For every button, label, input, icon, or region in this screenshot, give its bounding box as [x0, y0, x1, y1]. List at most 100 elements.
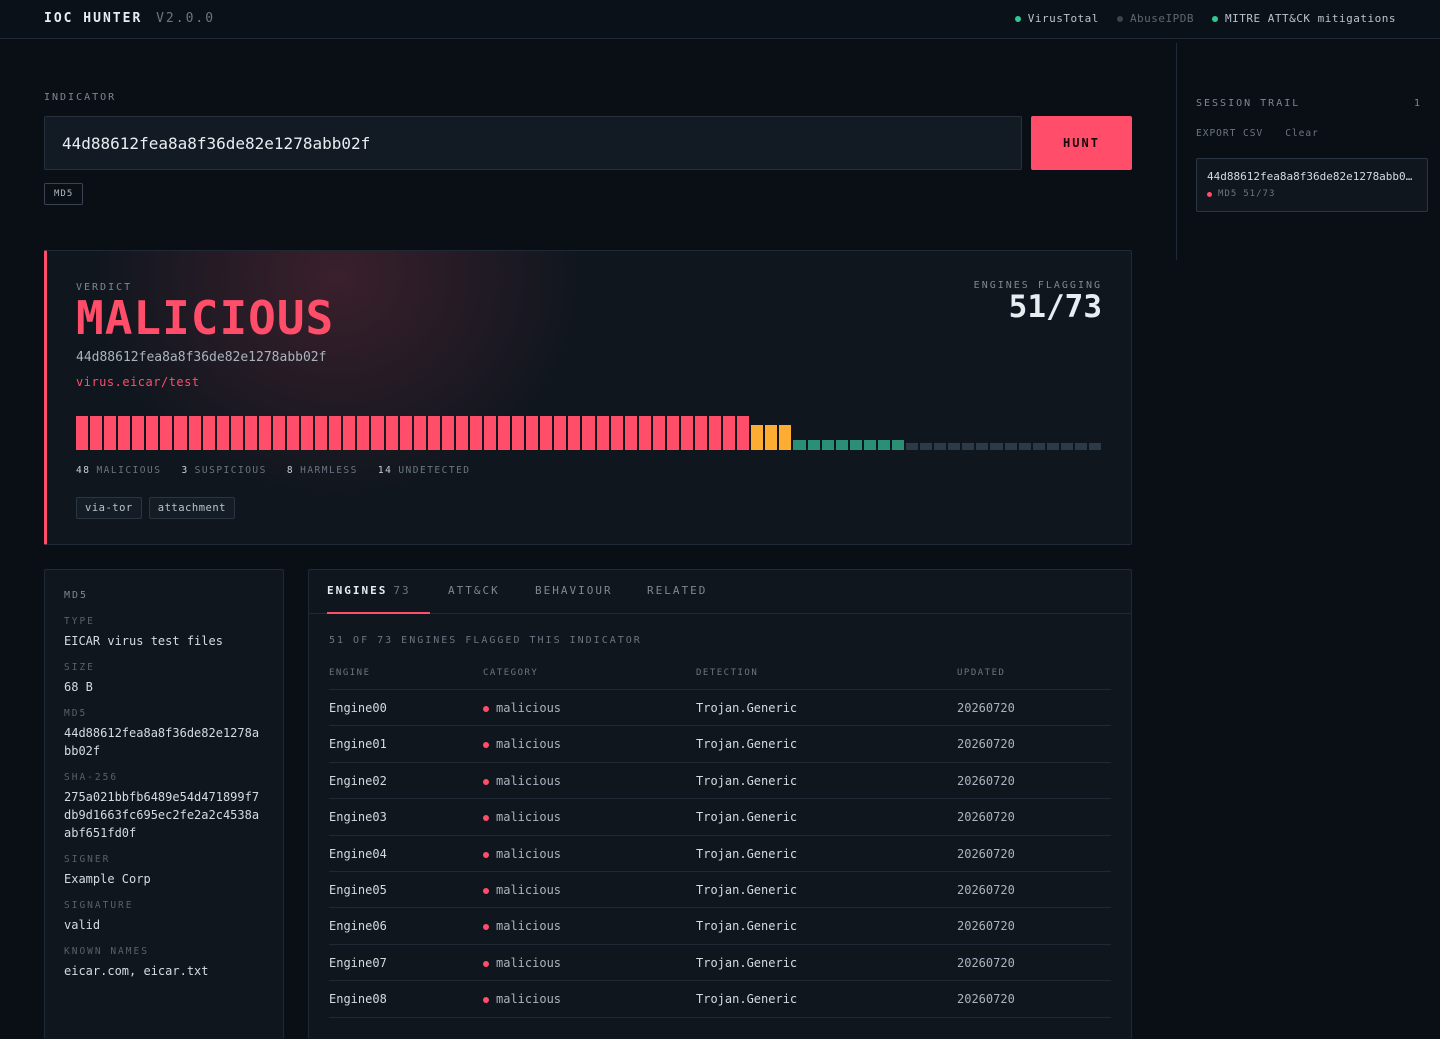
col-engine[interactable]: ENGINE: [329, 668, 371, 678]
source-abuseipdb: AbuseIPDB: [1116, 12, 1195, 25]
col-detection[interactable]: DETECTION: [696, 668, 758, 678]
top-bar: IOC HUNTER V2.0.0 VirusTotal AbuseIPDB M…: [0, 0, 1440, 39]
segment-malicious: [357, 416, 370, 450]
table-row[interactable]: Engine00 malicious Trojan.Generic 20260720: [329, 690, 1111, 727]
segment-malicious: [737, 416, 750, 450]
segment-undetected: [1018, 443, 1031, 450]
segment-malicious: [455, 416, 468, 450]
table-row[interactable]: Engine07 malicious Trojan.Generic 20260720: [329, 945, 1111, 982]
segment-malicious: [723, 416, 736, 450]
meta-field-sha256: SHA-256 275a021bbfb6489e54d471899f7db9d16…: [64, 772, 260, 840]
segment-malicious: [301, 416, 314, 450]
legend-undetected: 14 UNDETECTED: [377, 465, 471, 476]
segment-malicious: [483, 416, 497, 450]
segment-malicious: [160, 416, 173, 450]
source-label: VirusTotal: [1027, 12, 1099, 25]
indicator-label: INDICATOR: [44, 92, 117, 103]
app-brand: IOC HUNTER V2.0.0: [44, 11, 215, 26]
tab-bar: ENGINES 73 ATT&CK BEHAVIOUR RELATED: [309, 570, 1131, 614]
segment-malicious: [652, 416, 665, 450]
segment-undetected: [934, 443, 947, 450]
segment-malicious: [568, 416, 581, 450]
segment-malicious: [216, 416, 229, 450]
segment-suspicious: [751, 425, 764, 450]
status-dot-icon: [1116, 15, 1123, 22]
segment-malicious: [76, 416, 89, 450]
table-row[interactable]: Engine04 malicious Trojan.Generic 20260720: [329, 836, 1111, 872]
segment-malicious: [258, 416, 271, 450]
source-label: AbuseIPDB: [1129, 12, 1195, 25]
meta-field-known-names: KNOWN NAMES eicar.com, eicar.txt: [64, 946, 209, 978]
clear-button[interactable]: Clear: [1285, 128, 1319, 139]
segment-malicious: [202, 416, 215, 450]
segment-harmless: [877, 440, 890, 450]
segment-malicious: [680, 416, 693, 450]
segment-malicious: [427, 416, 440, 450]
col-updated[interactable]: UPDATED: [957, 668, 1005, 678]
segment-undetected: [962, 443, 975, 450]
status-dot-icon: [1014, 15, 1021, 22]
segment-harmless: [863, 440, 876, 450]
col-category[interactable]: CATEGORY: [483, 668, 538, 678]
segment-malicious: [582, 416, 595, 450]
indicator-input[interactable]: [44, 116, 1022, 170]
meta-field-md5: MD5 44d88612fea8a8f36de82e1278abb02f: [64, 708, 260, 758]
table-row[interactable]: Engine05 malicious Trojan.Generic 20260720: [329, 872, 1111, 909]
segment-suspicious: [765, 425, 778, 450]
meta-field-signature: SIGNATURE valid: [64, 900, 134, 932]
export-csv-button[interactable]: EXPORT CSV: [1196, 128, 1263, 139]
segment-malicious: [343, 416, 356, 450]
segment-undetected: [1032, 443, 1045, 450]
session-trail-title: SESSION TRAIL: [1196, 98, 1301, 109]
tag[interactable]: via-tor: [76, 497, 142, 519]
segment-malicious: [118, 416, 131, 450]
table-row[interactable]: Engine03 malicious Trojan.Generic 20260720: [329, 799, 1111, 836]
tab-related[interactable]: RELATED: [647, 570, 707, 614]
tab-behaviour[interactable]: BEHAVIOUR: [535, 570, 613, 614]
segment-undetected: [906, 443, 919, 450]
segment-malicious: [498, 416, 511, 450]
legend-suspicious: 3 SUSPICIOUS: [181, 465, 267, 476]
status-dot-icon: [1207, 191, 1212, 197]
segment-undetected: [1074, 443, 1087, 450]
tag[interactable]: attachment: [148, 497, 235, 519]
detection-legend: 48 MALICIOUS 3 SUSPICIOUS 8 HARMLESS 14 UNDE…: [76, 465, 471, 476]
meta-field-size: SIZE 68 B: [64, 662, 95, 694]
segment-malicious: [230, 416, 243, 450]
segment-malicious: [596, 416, 609, 450]
table-header: ENGINE CATEGORY DETECTION UPDATED: [329, 666, 1111, 690]
table-row[interactable]: Engine02 malicious Trojan.Generic 20260720: [329, 763, 1111, 800]
segment-malicious: [132, 416, 145, 450]
detection-bar: [76, 416, 1103, 450]
tag-list: via-tor attachment: [76, 497, 235, 519]
segment-malicious: [287, 416, 300, 450]
segment-harmless: [807, 440, 820, 450]
segment-malicious: [244, 416, 257, 450]
legend-malicious: 48 MALICIOUS: [76, 465, 162, 476]
segment-harmless: [793, 440, 806, 450]
session-trail-count: 1: [1413, 98, 1422, 109]
segment-undetected: [948, 443, 961, 450]
segment-malicious: [90, 416, 103, 450]
table-row[interactable]: Engine08 malicious Trojan.Generic 20260720: [329, 981, 1111, 1018]
tab-attack[interactable]: ATT&CK: [448, 570, 500, 614]
session-trail-item[interactable]: 44d88612fea8a8f36de82e1278abb02f MD5 51/…: [1196, 158, 1428, 212]
segment-malicious: [441, 416, 454, 450]
segment-malicious: [469, 416, 482, 450]
table-row[interactable]: Engine06 malicious Trojan.Generic 20260720: [329, 908, 1111, 945]
segment-undetected: [1046, 443, 1059, 450]
status-dot-icon: [1212, 15, 1219, 22]
meta-field-signer: SIGNER Example Corp: [64, 854, 151, 886]
tab-engines[interactable]: ENGINES 73: [327, 570, 430, 614]
source-status-list: VirusTotal AbuseIPDB MITRE ATT&CK mitiga…: [1014, 12, 1396, 25]
segment-malicious: [315, 416, 328, 450]
engines-summary: 51 OF 73 ENGINES FLAGGED THIS INDICATOR: [329, 635, 642, 646]
segment-malicious: [554, 416, 567, 450]
indicator-type-chip: MD5: [44, 183, 84, 205]
segment-malicious: [385, 416, 398, 450]
table-row[interactable]: Engine01 malicious Trojan.Generic 20260720: [329, 726, 1111, 763]
hunt-button[interactable]: HUNT: [1031, 116, 1132, 170]
segment-malicious: [610, 416, 623, 450]
source-mitre: MITRE ATT&CK mitigations: [1212, 12, 1396, 25]
segment-undetected: [920, 443, 933, 450]
